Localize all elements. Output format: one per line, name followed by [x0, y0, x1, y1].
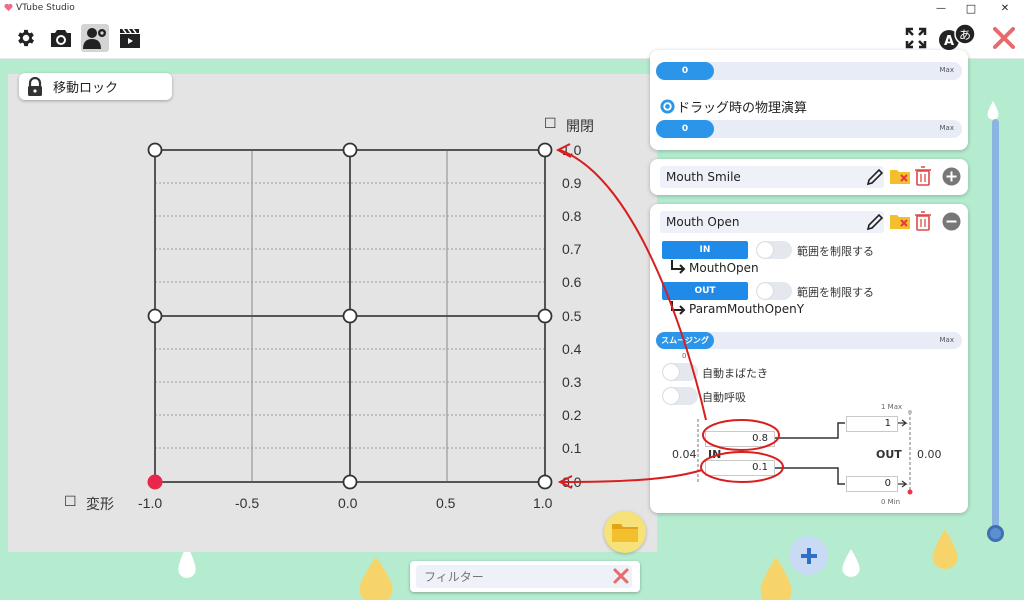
mouth-smile-name[interactable]: Mouth Smile	[660, 166, 884, 188]
y-tick-label: 0.0	[562, 474, 582, 490]
vertical-slider-handle[interactable]	[987, 525, 1004, 542]
mouth-smile-card: Mouth Smile	[650, 159, 968, 195]
mouth-open-name[interactable]: Mouth Open	[660, 211, 884, 233]
toggle-knob	[663, 388, 679, 404]
slider-value: 0	[656, 120, 714, 138]
output-parameter-name: ParamMouthOpenY	[689, 302, 805, 316]
edit-pencil-icon[interactable]	[866, 213, 884, 231]
x-axis-label: 変形	[86, 497, 114, 513]
slider-max-label: Max	[939, 124, 954, 132]
x-tick-label: 1.0	[533, 495, 553, 511]
plus-icon	[800, 547, 817, 564]
x-tick-label: -1.0	[138, 495, 163, 511]
input-max-field[interactable]: 0.8	[705, 431, 775, 447]
folder-remove-icon[interactable]	[890, 168, 910, 185]
grid-point	[537, 308, 553, 324]
auto-breath-label: 自動呼吸	[702, 391, 746, 404]
grid-point	[342, 308, 358, 324]
toggle-knob	[663, 364, 679, 380]
physics-settings-card: 0 Max ドラッグ時の物理演算 0 Max	[650, 50, 968, 150]
toggle-knob	[757, 283, 773, 299]
expand-plus-icon[interactable]	[942, 167, 961, 186]
output-heading: OUT	[876, 448, 902, 461]
input-min-field[interactable]: 0.1	[705, 460, 775, 476]
y-tick-label: 0.6	[562, 274, 582, 290]
y-tick-label: 0.2	[562, 407, 582, 423]
smoothing-slider[interactable]: スムージング Max	[656, 332, 962, 349]
output-range-limit-label: 範囲を制限する	[797, 286, 874, 299]
grid-point	[537, 474, 553, 490]
folder-remove-icon[interactable]	[890, 213, 910, 230]
grid-point	[147, 308, 163, 324]
active-grid-point	[147, 474, 163, 490]
link-arrow-icon	[671, 301, 686, 315]
y-tick-label: 0.7	[562, 241, 582, 257]
x-tick-label: 0.0	[338, 495, 358, 511]
auto-blink-toggle[interactable]	[662, 363, 698, 381]
y-tick-label: 0.8	[562, 208, 582, 224]
output-current-value: 0.00	[917, 448, 942, 461]
vertical-slider-track[interactable]	[992, 119, 999, 535]
smoothing-label: スムージング	[656, 332, 714, 349]
output-range-limit-toggle[interactable]	[756, 282, 792, 300]
gear-badge-icon	[660, 99, 675, 114]
auto-blink-label: 自動まばたき	[702, 367, 768, 380]
open-folder-button[interactable]	[604, 511, 646, 553]
physics-slider-2[interactable]: 0 Max	[656, 120, 962, 138]
y-tick-label: 0.5	[562, 308, 582, 324]
add-parameter-button[interactable]	[789, 536, 828, 575]
input-button[interactable]: IN	[662, 241, 748, 259]
y-tick-label: 0.4	[562, 341, 582, 357]
clear-filter-icon[interactable]	[612, 567, 630, 585]
grid-point	[342, 474, 358, 490]
y-axis-checkbox[interactable]: ☐	[544, 116, 557, 132]
input-current-value: 0.04	[672, 448, 697, 461]
grid-point	[147, 142, 163, 158]
slider-value: 0	[656, 62, 714, 80]
output-min-field[interactable]: 0	[846, 476, 898, 492]
mouth-open-card: Mouth Open IN 範囲を制限する MouthOpen OUT 範囲を制…	[650, 204, 968, 513]
toggle-knob	[757, 242, 773, 258]
edit-pencil-icon[interactable]	[866, 168, 884, 186]
output-button[interactable]: OUT	[662, 282, 748, 300]
auto-breath-toggle[interactable]	[662, 387, 698, 405]
y-tick-label: 0.3	[562, 374, 582, 390]
collapse-minus-icon[interactable]	[942, 212, 961, 231]
input-range-limit-label: 範囲を制限する	[797, 245, 874, 258]
y-tick-label: 0.9	[562, 175, 582, 191]
slider-max-label: Max	[939, 66, 954, 74]
input-parameter-name: MouthOpen	[689, 261, 759, 275]
grid-point	[537, 142, 553, 158]
trash-icon[interactable]	[915, 211, 931, 231]
y-tick-label: 0.1	[562, 440, 582, 456]
link-arrow-icon	[671, 260, 686, 274]
x-tick-label: -0.5	[235, 495, 260, 511]
smoothing-max-label: Max	[939, 336, 954, 344]
filter-bar	[410, 561, 640, 592]
output-max-field[interactable]: 1	[846, 416, 898, 432]
y-axis-label: 開閉	[566, 119, 594, 135]
output-min-hint: 0 Min	[881, 498, 901, 506]
input-heading: IN	[708, 448, 722, 461]
y-tick-label: 1.0	[562, 142, 582, 158]
smoothing-value: 0	[682, 352, 687, 360]
folder-icon	[612, 524, 638, 542]
output-max-hint: 1 Max	[881, 403, 903, 411]
input-range-limit-toggle[interactable]	[756, 241, 792, 259]
physics-slider-1[interactable]: 0 Max	[656, 62, 962, 80]
x-axis-checkbox[interactable]: ☐	[64, 494, 77, 510]
filter-input[interactable]	[416, 565, 632, 588]
x-tick-label: 0.5	[436, 495, 456, 511]
trash-icon[interactable]	[915, 166, 931, 186]
drag-physics-label: ドラッグ時の物理演算	[677, 101, 808, 116]
grid-point	[342, 142, 358, 158]
